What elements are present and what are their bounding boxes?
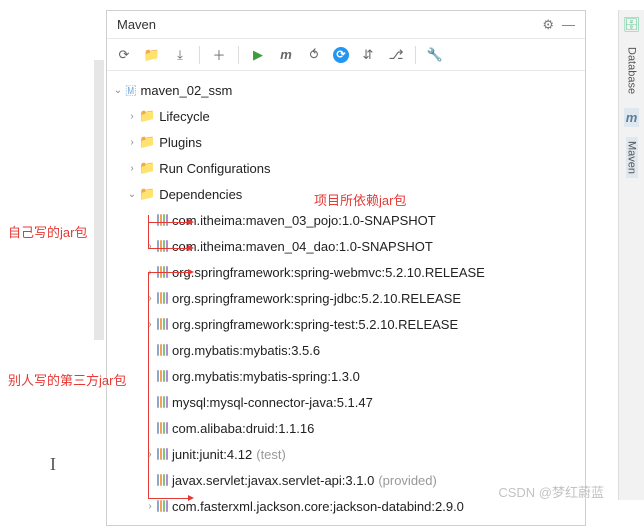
bracket-line	[148, 498, 188, 499]
download-icon[interactable]: ⤓	[171, 47, 189, 63]
run-icon[interactable]: ▶	[249, 47, 267, 63]
library-icon	[157, 344, 168, 356]
chevron-right-icon[interactable]: ›	[143, 501, 157, 512]
separator	[199, 46, 200, 64]
maven-tab[interactable]: Maven	[626, 137, 638, 178]
node-label: maven_02_ssm	[141, 83, 233, 98]
dep-item[interactable]: com.alibaba:druid:1.1.16	[111, 415, 581, 441]
separator	[238, 46, 239, 64]
minimize-icon[interactable]: —	[562, 17, 575, 33]
arrow-head-icon	[188, 269, 194, 275]
chevron-right-icon[interactable]: ›	[143, 241, 157, 252]
chevron-right-icon[interactable]: ›	[125, 163, 139, 174]
node-label: Run Configurations	[159, 161, 270, 176]
library-icon	[157, 240, 168, 252]
dep-label: org.springframework:spring-webmvc:5.2.10…	[172, 265, 485, 280]
watermark: CSDN @梦红蔚蓝	[498, 482, 604, 501]
dep-label: javax.servlet:javax.servlet-api:3.1.0	[172, 473, 374, 488]
node-label: Plugins	[159, 135, 202, 150]
library-icon	[157, 370, 168, 382]
dependencies-node[interactable]: ⌄ 📁 Dependencies	[111, 181, 581, 207]
toggle-skip-tests-icon[interactable]: ⥀	[305, 47, 323, 63]
database-icon[interactable]: 🗄	[623, 16, 641, 33]
chevron-down-icon[interactable]: ⌄	[111, 85, 125, 96]
runconfig-node[interactable]: › 📁 Run Configurations	[111, 155, 581, 181]
offline-icon[interactable]: ⟳	[333, 47, 349, 63]
chevron-right-icon[interactable]: ›	[125, 111, 139, 122]
dep-item[interactable]: mysql:mysql-connector-java:5.1.47	[111, 389, 581, 415]
chevron-right-icon[interactable]: ›	[143, 293, 157, 304]
node-label: Lifecycle	[159, 109, 210, 124]
panel-header: Maven ⚙ —	[107, 11, 585, 39]
panel-title: Maven	[117, 17, 156, 32]
arrow-head-icon	[188, 245, 194, 251]
chevron-right-icon[interactable]: ›	[143, 319, 157, 330]
dep-item[interactable]: › junit:junit:4.12 (test)	[111, 441, 581, 467]
dep-label: com.itheima:maven_03_pojo:1.0-SNAPSHOT	[172, 213, 436, 228]
dep-label: com.itheima:maven_04_dao:1.0-SNAPSHOT	[172, 239, 433, 254]
separator	[415, 46, 416, 64]
wrench-icon[interactable]: 🔧	[426, 47, 444, 63]
bracket-line	[148, 215, 149, 249]
folder-icon: 📁	[139, 160, 155, 176]
dep-item[interactable]: › com.itheima:maven_04_dao:1.0-SNAPSHOT	[111, 233, 581, 259]
dep-label: org.springframework:spring-jdbc:5.2.10.R…	[172, 291, 461, 306]
dep-item[interactable]: com.itheima:maven_03_pojo:1.0-SNAPSHOT	[111, 207, 581, 233]
library-icon	[157, 474, 168, 486]
database-tab[interactable]: Database	[626, 43, 638, 98]
dep-item[interactable]: › org.springframework:spring-jdbc:5.2.10…	[111, 285, 581, 311]
chevron-right-icon[interactable]: ›	[125, 137, 139, 148]
library-icon	[157, 318, 168, 330]
library-icon	[157, 422, 168, 434]
chevron-down-icon[interactable]: ⌄	[125, 189, 139, 200]
dep-scope: (provided)	[378, 473, 437, 488]
settings-icon[interactable]: ⚙	[542, 17, 554, 33]
bracket-line	[148, 272, 188, 273]
library-icon	[157, 292, 168, 304]
library-icon	[157, 214, 168, 226]
gutter	[94, 60, 104, 340]
right-sidebar: 🗄 Database m Maven	[618, 10, 644, 500]
node-label: Dependencies	[159, 187, 242, 202]
dep-label: org.mybatis:mybatis:3.5.6	[172, 343, 320, 358]
maven-panel: Maven ⚙ — ⟳ 📁 ⤓ ＋ ▶ m ⥀ ⟳ ⇵ ⎇ 🔧 ⌄ 🇲 mave…	[106, 10, 586, 526]
plugins-node[interactable]: › 📁 Plugins	[111, 129, 581, 155]
dep-label: mysql:mysql-connector-java:5.1.47	[172, 395, 373, 410]
library-icon	[157, 500, 168, 512]
dep-item[interactable]: › org.springframework:spring-test:5.2.10…	[111, 311, 581, 337]
bracket-line	[148, 248, 188, 249]
folder-icon: 📁	[139, 108, 155, 124]
root-node[interactable]: ⌄ 🇲 maven_02_ssm	[111, 77, 581, 103]
maven-module-icon: 🇲	[125, 82, 137, 98]
folder-icon: 📁	[139, 186, 155, 202]
dep-item[interactable]: org.mybatis:mybatis-spring:1.3.0	[111, 363, 581, 389]
library-icon	[157, 448, 168, 460]
arrow-head-icon	[188, 495, 194, 501]
annotation-own-jars: 自己写的jar包	[8, 222, 87, 241]
library-icon	[157, 396, 168, 408]
chevron-right-icon[interactable]: ›	[143, 449, 157, 460]
dep-label: org.mybatis:mybatis-spring:1.3.0	[172, 369, 360, 384]
bracket-line	[148, 272, 149, 498]
show-deps-icon[interactable]: ⎇	[387, 47, 405, 63]
arrow-head-icon	[188, 219, 194, 225]
bracket-line	[148, 222, 188, 223]
text-cursor-icon: I	[50, 454, 56, 475]
refresh-icon[interactable]: ⟳	[115, 47, 133, 63]
toolbar: ⟳ 📁 ⤓ ＋ ▶ m ⥀ ⟳ ⇵ ⎇ 🔧	[107, 39, 585, 71]
generate-icon[interactable]: 📁	[143, 47, 161, 63]
collapse-icon[interactable]: ⇵	[359, 47, 377, 63]
folder-icon: 📁	[139, 134, 155, 150]
maven-tab-icon[interactable]: m	[624, 108, 640, 127]
dep-scope: (test)	[256, 447, 286, 462]
dep-label: com.fasterxml.jackson.core:jackson-datab…	[172, 499, 464, 514]
dep-label: org.springframework:spring-test:5.2.10.R…	[172, 317, 458, 332]
dependency-tree: ⌄ 🇲 maven_02_ssm › 📁 Lifecycle › 📁 Plugi…	[107, 71, 585, 525]
dep-label: com.alibaba:druid:1.1.16	[172, 421, 314, 436]
dep-label: junit:junit:4.12	[172, 447, 252, 462]
execute-goal-icon[interactable]: m	[277, 47, 295, 62]
lifecycle-node[interactable]: › 📁 Lifecycle	[111, 103, 581, 129]
dep-item[interactable]: org.mybatis:mybatis:3.5.6	[111, 337, 581, 363]
add-icon[interactable]: ＋	[210, 45, 228, 64]
